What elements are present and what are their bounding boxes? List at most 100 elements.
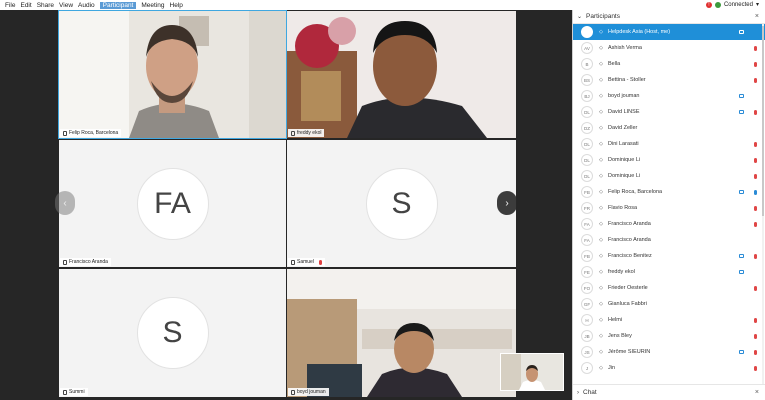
avatar: FE: [581, 266, 593, 278]
avatar: BS: [581, 74, 593, 86]
camera-icon[interactable]: [739, 190, 744, 194]
next-page-button[interactable]: ›: [497, 191, 517, 215]
menu-item-help[interactable]: Help: [170, 2, 183, 9]
participant-name: Helpdesk Asia (Host, me): [608, 29, 671, 35]
participant-name: Dominique Li: [608, 173, 641, 179]
video-tile[interactable]: Felip Roca, Barcelona: [58, 10, 287, 139]
mic-muted-icon[interactable]: [754, 45, 757, 51]
participant-row[interactable]: DL ◇ Dominique Li: [573, 168, 765, 184]
menu-item-edit[interactable]: Edit: [20, 2, 31, 9]
mic-muted-icon[interactable]: [754, 205, 757, 211]
mic-icon[interactable]: [754, 189, 757, 195]
mic-icon: [63, 130, 67, 136]
participant-row[interactable]: DL ◇ Dini Larasati: [573, 136, 765, 152]
participant-name-label: boyd jouman: [288, 388, 329, 396]
participant-row[interactable]: DZ ◇ David Zeller: [573, 120, 765, 136]
previous-page-button[interactable]: ‹: [55, 191, 75, 215]
chevron-right-icon: ›: [505, 197, 509, 209]
self-view[interactable]: [500, 353, 564, 391]
mic-icon: [291, 130, 295, 136]
device-icon: ◇: [599, 237, 603, 243]
mic-muted-icon[interactable]: [754, 349, 757, 355]
avatar: H: [581, 314, 593, 326]
mic-muted-icon[interactable]: [754, 365, 757, 371]
video-tile[interactable]: freddy ekol: [287, 11, 516, 138]
mic-muted-icon[interactable]: [754, 77, 757, 83]
video-tile[interactable]: S Samuel: [287, 140, 516, 267]
menu-item-view[interactable]: View: [59, 2, 73, 9]
device-icon: ◇: [599, 173, 603, 179]
participant-row[interactable]: BS ◇ Bettina - Stoller: [573, 72, 765, 88]
mic-muted-icon[interactable]: [754, 141, 757, 147]
participant-row[interactable]: FB ◇ Francisco Benitez: [573, 248, 765, 264]
device-icon: ◇: [599, 317, 603, 323]
participant-row[interactable]: DL ◇ David LINSE: [573, 104, 765, 120]
chat-header[interactable]: › Chat ×: [573, 384, 765, 400]
participant-row[interactable]: AV ◇ Ashish Verma: [573, 40, 765, 56]
camera-icon[interactable]: [739, 94, 744, 98]
participant-name: Bella: [608, 61, 621, 67]
participant-row[interactable]: JS ◇ Jérôme SIEURIN: [573, 344, 765, 360]
chevron-right-icon[interactable]: ›: [577, 390, 579, 396]
mic-muted-icon[interactable]: [754, 221, 757, 227]
avatar: DL: [581, 170, 593, 182]
device-icon: ◇: [599, 109, 603, 115]
camera-icon[interactable]: [739, 350, 744, 354]
device-icon: ◇: [599, 269, 603, 275]
device-icon: ◇: [599, 77, 603, 83]
participant-row[interactable]: FA ◇ Francisco Aranda: [573, 232, 765, 248]
mic-muted-icon[interactable]: [754, 173, 757, 179]
participant-row[interactable]: ◇ Helpdesk Asia (Host, me): [573, 24, 765, 40]
mic-muted-icon[interactable]: [754, 157, 757, 163]
participant-row[interactable]: FR ◇ Flavio Rosa: [573, 200, 765, 216]
participant-row[interactable]: H ◇ Helmi: [573, 312, 765, 328]
participant-name: boyd jouman: [608, 93, 640, 99]
menu-item-share[interactable]: Share: [37, 2, 54, 9]
participants-header[interactable]: ⌄ Participants ×: [573, 10, 765, 24]
avatar: FA: [581, 234, 593, 246]
mic-muted-icon[interactable]: [754, 253, 757, 259]
camera-icon[interactable]: [739, 254, 744, 258]
alert-icon[interactable]: !: [705, 1, 712, 8]
mic-muted-icon[interactable]: [754, 317, 757, 323]
participant-row[interactable]: JB ◇ Jens Bley: [573, 328, 765, 344]
participant-row[interactable]: B ◇ Bella: [573, 56, 765, 72]
participant-name: Jens Bley: [608, 333, 632, 339]
camera-icon[interactable]: [739, 110, 744, 114]
chevron-down-icon[interactable]: ⌄: [577, 13, 582, 20]
mic-muted-icon[interactable]: [754, 333, 757, 339]
participant-row[interactable]: FA ◇ Francisco Aranda: [573, 216, 765, 232]
participant-list: ◇ Helpdesk Asia (Host, me) AV ◇ Ashish Verma…: [573, 24, 765, 392]
participant-row[interactable]: FO ◇ Frieder Oesterle: [573, 280, 765, 296]
avatar: BJ: [581, 90, 593, 102]
mic-muted-icon[interactable]: [754, 109, 757, 115]
camera-icon[interactable]: [739, 270, 744, 274]
menu-item-file[interactable]: File: [5, 2, 15, 9]
participant-row[interactable]: J ◇ Jin: [573, 360, 765, 376]
camera-icon[interactable]: [739, 30, 744, 34]
participant-row[interactable]: FB ◇ Felip Roca, Barcelona: [573, 184, 765, 200]
avatar: AV: [581, 42, 593, 54]
mic-muted-icon[interactable]: [754, 285, 757, 291]
device-icon: ◇: [599, 189, 603, 195]
participant-row[interactable]: BJ ◇ boyd jouman: [573, 88, 765, 104]
avatar: GF: [581, 298, 593, 310]
menu-item-meeting[interactable]: Meeting: [141, 2, 164, 9]
mic-muted-icon[interactable]: [754, 61, 757, 67]
participant-name: Flavio Rosa: [608, 205, 638, 211]
video-tile[interactable]: S Summi: [59, 269, 286, 397]
device-icon: ◇: [599, 365, 603, 371]
video-tile[interactable]: FA Francisco Aranda: [59, 140, 286, 267]
participant-row[interactable]: FE ◇ freddy ekol: [573, 264, 765, 280]
menu-item-audio[interactable]: Audio: [78, 2, 95, 9]
participant-row[interactable]: DL ◇ Dominique Li: [573, 152, 765, 168]
phone-icon: [63, 259, 67, 265]
connection-status[interactable]: ! Connected ▾: [705, 1, 759, 8]
participant-row[interactable]: GF ◇ Gianluca Fabbri: [573, 296, 765, 312]
close-icon[interactable]: ×: [755, 389, 759, 396]
close-icon[interactable]: ×: [755, 13, 759, 20]
scrollbar-thumb[interactable]: [762, 26, 764, 216]
menu-item-participant[interactable]: Participant: [99, 1, 137, 9]
video-tile[interactable]: boyd jouman: [287, 269, 516, 397]
chevron-down-icon[interactable]: ▾: [756, 1, 759, 8]
